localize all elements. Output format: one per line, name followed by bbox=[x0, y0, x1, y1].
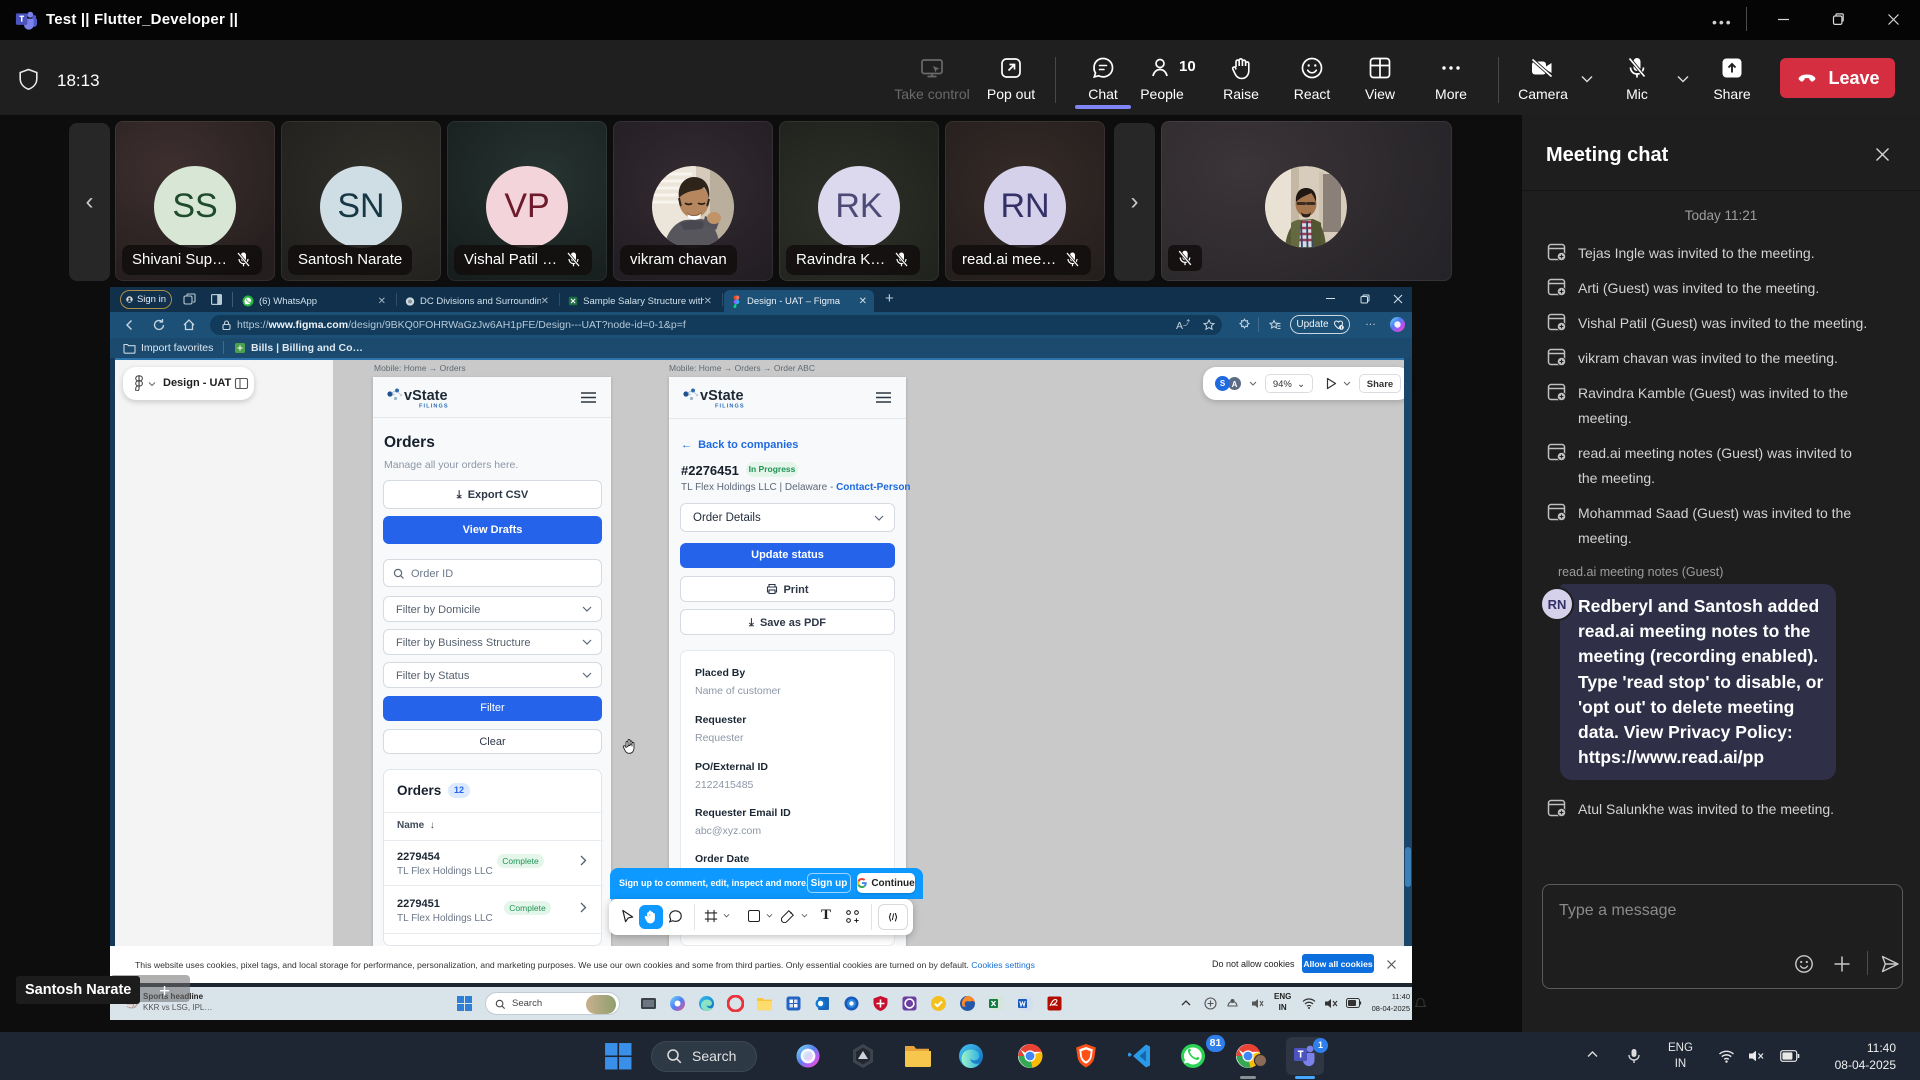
svg-text:vState: vState bbox=[700, 388, 744, 404]
svg-text:FILINGS: FILINGS bbox=[419, 404, 449, 410]
svg-text:vState: vState bbox=[404, 388, 448, 404]
svg-text:FILINGS: FILINGS bbox=[715, 404, 745, 410]
